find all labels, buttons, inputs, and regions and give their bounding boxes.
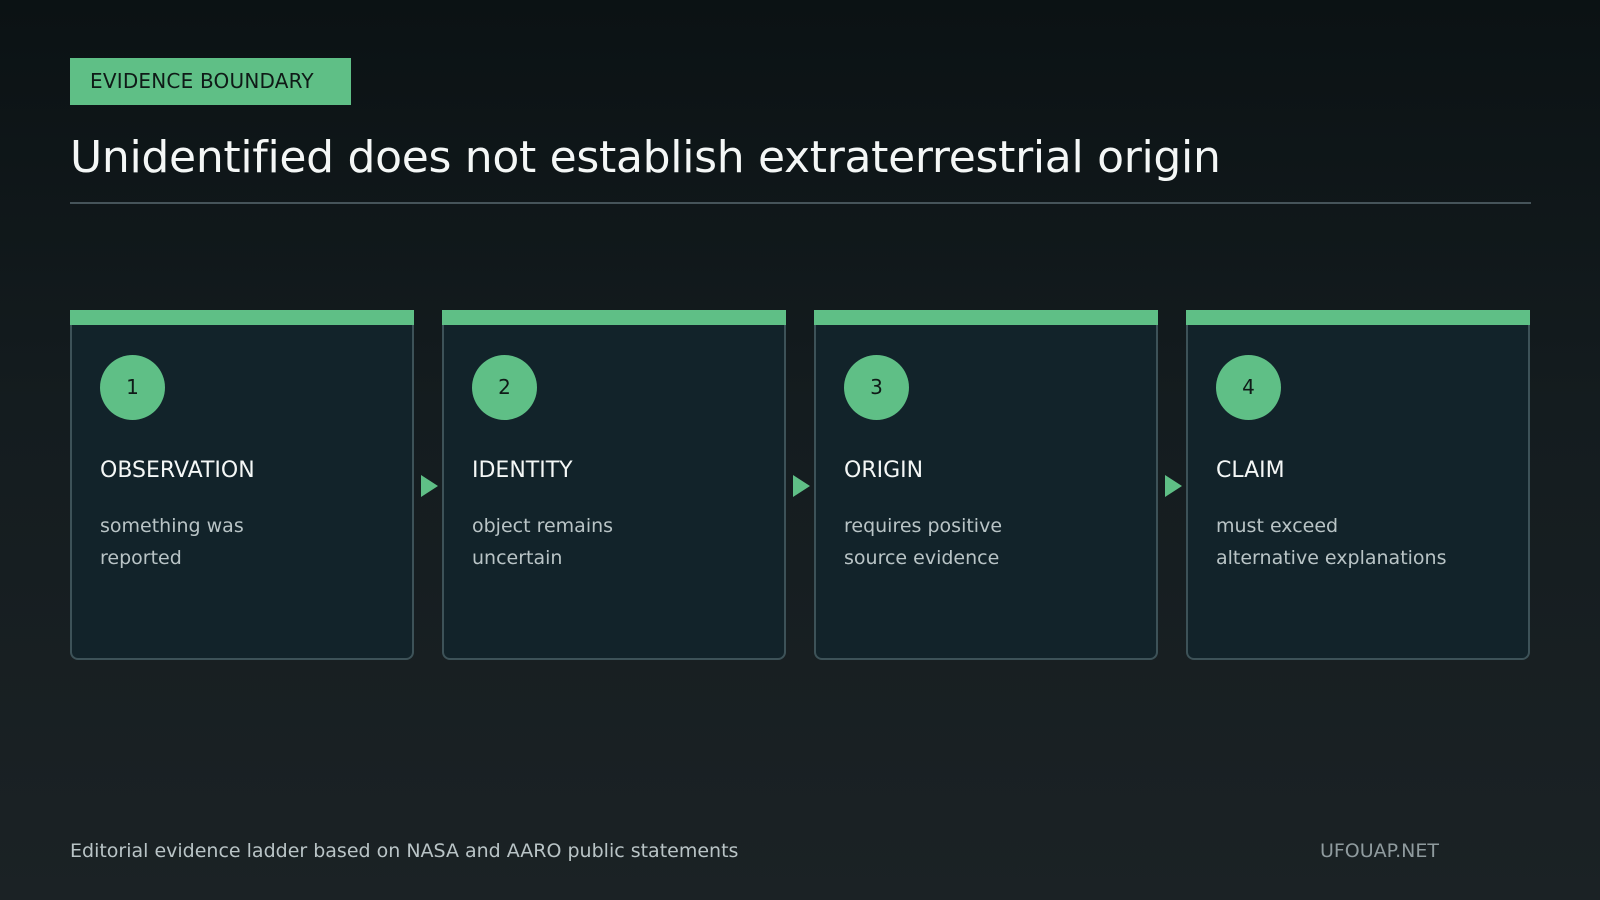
page-title: Unidentified does not establish extrater… bbox=[70, 132, 1221, 183]
step-title: IDENTITY bbox=[472, 458, 573, 483]
step-description: something was reported bbox=[100, 515, 244, 569]
step-card-origin: 3 ORIGIN requires positive source eviden… bbox=[814, 310, 1158, 660]
step-card-observation: 1 OBSERVATION something was reported bbox=[70, 310, 414, 660]
step-number-badge: 1 bbox=[100, 355, 165, 420]
section-badge: EVIDENCE BOUNDARY bbox=[70, 58, 351, 105]
card-accent-bar bbox=[442, 310, 786, 325]
flow-arrow-icon bbox=[421, 475, 438, 497]
step-title: OBSERVATION bbox=[100, 458, 255, 483]
step-number-badge: 4 bbox=[1216, 355, 1281, 420]
step-description: must exceed alternative explanations bbox=[1216, 515, 1447, 569]
flow-arrow-icon bbox=[793, 475, 810, 497]
step-card-claim: 4 CLAIM must exceed alternative explanat… bbox=[1186, 310, 1530, 660]
step-title: CLAIM bbox=[1216, 458, 1285, 483]
card-accent-bar bbox=[70, 310, 414, 325]
site-brand: UFOUAP.NET bbox=[1319, 840, 1439, 862]
step-title: ORIGIN bbox=[844, 458, 924, 483]
step-description: requires positive source evidence bbox=[844, 515, 1003, 569]
title-divider bbox=[70, 202, 1531, 204]
step-description: object remains uncertain bbox=[472, 515, 614, 569]
card-accent-bar bbox=[1186, 310, 1530, 325]
flow-arrow-icon bbox=[1165, 475, 1182, 497]
card-accent-bar bbox=[814, 310, 1158, 325]
step-number-badge: 2 bbox=[472, 355, 537, 420]
source-note: Editorial evidence ladder based on NASA … bbox=[70, 840, 739, 862]
step-number-badge: 3 bbox=[844, 355, 909, 420]
step-card-identity: 2 IDENTITY object remains uncertain bbox=[442, 310, 786, 660]
